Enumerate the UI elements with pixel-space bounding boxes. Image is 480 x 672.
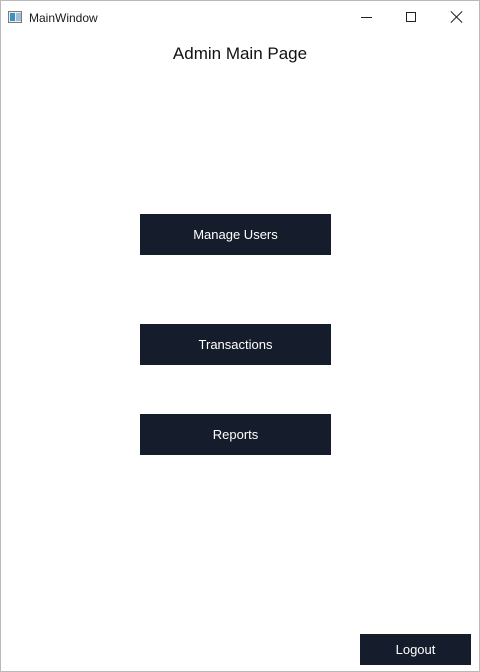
close-button[interactable] [434, 1, 480, 33]
maximize-icon [406, 12, 416, 22]
close-icon [451, 11, 463, 23]
reports-button[interactable]: Reports [140, 414, 331, 455]
manage-users-button[interactable]: Manage Users [140, 214, 331, 255]
transactions-button[interactable]: Transactions [140, 324, 331, 365]
app-window-icon [8, 11, 22, 23]
logout-button[interactable]: Logout [360, 634, 471, 665]
title-bar[interactable]: MainWindow [1, 1, 479, 33]
maximize-button[interactable] [388, 1, 434, 33]
minimize-button[interactable] [344, 1, 390, 33]
main-window: MainWindow Admin Main Page Manage Users … [0, 0, 480, 672]
window-title: MainWindow [29, 11, 98, 25]
minimize-icon [361, 17, 372, 18]
page-title: Admin Main Page [172, 44, 308, 63]
